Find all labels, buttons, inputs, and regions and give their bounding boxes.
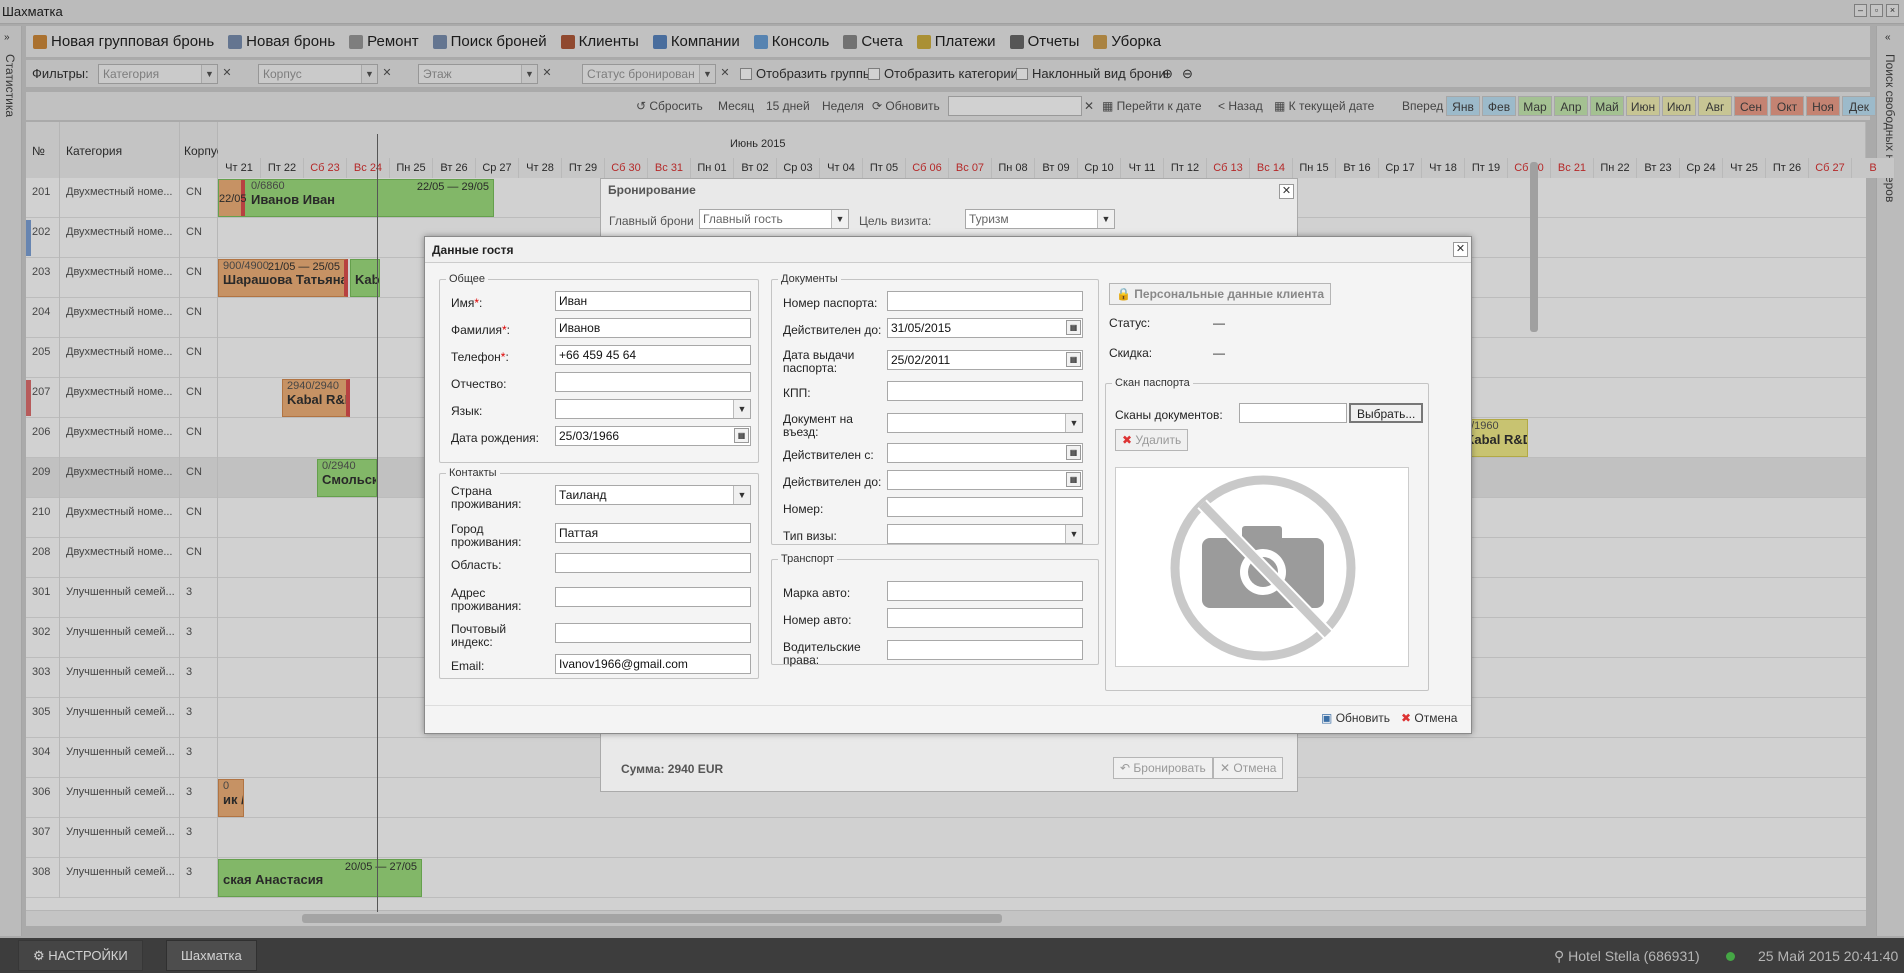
zip-label: Почтовый индекс: bbox=[451, 622, 507, 649]
valid-to-label: Действителен до: bbox=[783, 475, 882, 489]
country-label: Страна проживания: bbox=[451, 484, 522, 511]
chevron-down-icon: ▼ bbox=[733, 486, 750, 504]
status-label: Статус: bbox=[1109, 316, 1151, 330]
chevron-down-icon: ▼ bbox=[831, 210, 848, 228]
car-brand-label: Марка авто: bbox=[783, 586, 851, 600]
passport-scan-legend: Скан паспорта bbox=[1115, 377, 1190, 389]
language-select[interactable]: ▼ bbox=[555, 399, 751, 419]
transport-legend: Транспорт bbox=[781, 553, 834, 565]
chevron-down-icon: ▼ bbox=[1065, 414, 1082, 432]
close-icon[interactable]: ✕ bbox=[1279, 184, 1294, 199]
passport-valid-until-label: Действителен до: bbox=[783, 323, 882, 337]
zip-input[interactable] bbox=[555, 623, 751, 643]
country-select[interactable]: Таиланд ▼ bbox=[555, 485, 751, 505]
scan-file-input[interactable] bbox=[1239, 403, 1347, 423]
main-guest-label: Главный брони bbox=[609, 214, 694, 228]
personal-data-button[interactable]: 🔒 Персональные данные клиента bbox=[1109, 283, 1332, 305]
license-input[interactable] bbox=[887, 640, 1083, 660]
car-number-label: Номер авто: bbox=[783, 613, 852, 627]
calendar-icon: ▦ bbox=[734, 428, 749, 443]
total-sum: Сумма: 2940 EUR bbox=[621, 762, 724, 776]
passport-issue-date-input[interactable]: 25/02/2011 ▦ bbox=[887, 350, 1083, 370]
first-name-label: Имя*: bbox=[451, 296, 483, 310]
purpose-label: Цель визита: bbox=[859, 214, 932, 228]
visa-type-label: Тип визы: bbox=[783, 529, 837, 543]
phone-label: Телефон*: bbox=[451, 350, 509, 364]
car-brand-input[interactable] bbox=[887, 581, 1083, 601]
phone-input[interactable]: +66 459 45 64 bbox=[555, 345, 751, 365]
last-name-input[interactable]: Иванов bbox=[555, 318, 751, 338]
close-icon[interactable]: ✕ bbox=[1453, 242, 1468, 257]
city-label: Город проживания: bbox=[451, 522, 522, 549]
chevron-down-icon: ▼ bbox=[1097, 210, 1114, 228]
chevron-down-icon: ▼ bbox=[733, 400, 750, 418]
booking-cancel-button[interactable]: ✕ Отмена bbox=[1213, 757, 1284, 779]
scan-docs-label: Сканы документов: bbox=[1115, 408, 1223, 422]
delete-icon: ✖ bbox=[1122, 433, 1133, 447]
discount-label: Скидка: bbox=[1109, 346, 1153, 360]
car-number-input[interactable] bbox=[887, 608, 1083, 628]
calendar-icon: ▦ bbox=[1066, 472, 1081, 487]
valid-from-input[interactable]: ▦ bbox=[887, 443, 1083, 463]
calendar-icon: ▦ bbox=[1066, 320, 1081, 335]
doc-number-input[interactable] bbox=[887, 497, 1083, 517]
email-label: Email: bbox=[451, 659, 485, 673]
valid-from-label: Действителен с: bbox=[783, 448, 874, 462]
last-name-label: Фамилия*: bbox=[451, 323, 510, 337]
kpp-input[interactable] bbox=[887, 381, 1083, 401]
license-label: Водительские права: bbox=[783, 640, 861, 667]
region-input[interactable] bbox=[555, 553, 751, 573]
delete-scan-button[interactable]: ✖ Удалить bbox=[1115, 429, 1189, 451]
chevron-down-icon: ▼ bbox=[1065, 525, 1082, 543]
visa-type-select[interactable]: ▼ bbox=[887, 524, 1083, 544]
region-label: Область: bbox=[451, 558, 502, 572]
cancel-guest-button[interactable]: ✖ Отмена bbox=[1401, 711, 1457, 725]
no-photo-icon bbox=[1170, 475, 1356, 661]
calendar-icon: ▦ bbox=[1066, 352, 1081, 367]
passport-valid-until-input[interactable]: 31/05/2015 ▦ bbox=[887, 318, 1083, 338]
cancel-icon: ✖ bbox=[1401, 711, 1412, 725]
guest-dialog-title: Данные гостя bbox=[425, 237, 1471, 263]
passport-issue-date-label: Дата выдачи паспорта: bbox=[783, 348, 855, 375]
passport-scan-preview bbox=[1115, 467, 1409, 667]
birth-date-input[interactable]: 25/03/1966 ▦ bbox=[555, 426, 751, 446]
documents-legend: Документы bbox=[781, 273, 838, 285]
discount-value: — bbox=[1213, 346, 1225, 360]
guest-data-dialog: Данные гостя ✕ Общее Имя*: Иван Фамилия*… bbox=[424, 236, 1472, 734]
valid-to-input[interactable]: ▦ bbox=[887, 470, 1083, 490]
doc-number-label: Номер: bbox=[783, 502, 824, 516]
entry-doc-label: Документ на въезд: bbox=[783, 412, 853, 439]
save-icon: ▣ bbox=[1321, 711, 1333, 725]
choose-file-button[interactable]: Выбрать... bbox=[1349, 403, 1424, 423]
birth-date-label: Дата рождения: bbox=[451, 431, 539, 445]
city-input[interactable]: Паттая bbox=[555, 523, 751, 543]
passport-number-label: Номер паспорта: bbox=[783, 296, 878, 310]
update-guest-button[interactable]: ▣ Обновить bbox=[1321, 711, 1390, 725]
calendar-icon: ▦ bbox=[1066, 445, 1081, 460]
passport-number-input[interactable] bbox=[887, 291, 1083, 311]
entry-doc-select[interactable]: ▼ bbox=[887, 413, 1083, 433]
lock-icon: 🔒 bbox=[1116, 287, 1131, 301]
first-name-input[interactable]: Иван bbox=[555, 291, 751, 311]
language-label: Язык: bbox=[451, 404, 483, 418]
status-value: — bbox=[1213, 316, 1225, 330]
address-label: Адрес проживания: bbox=[451, 586, 522, 613]
patronymic-input[interactable] bbox=[555, 372, 751, 392]
contacts-legend: Контакты bbox=[449, 467, 497, 479]
address-input[interactable] bbox=[555, 587, 751, 607]
email-input[interactable]: Ivanov1966@gmail.com bbox=[555, 654, 751, 674]
purpose-select[interactable]: Туризм ▼ bbox=[965, 209, 1115, 229]
book-button[interactable]: ↶ Бронировать bbox=[1113, 757, 1213, 779]
booking-title: Бронирование bbox=[601, 179, 1297, 201]
patronymic-label: Отчество: bbox=[451, 377, 507, 391]
kpp-label: КПП: bbox=[783, 386, 811, 400]
general-legend: Общее bbox=[449, 273, 486, 285]
main-guest-select[interactable]: Главный гость ▼ bbox=[699, 209, 849, 229]
